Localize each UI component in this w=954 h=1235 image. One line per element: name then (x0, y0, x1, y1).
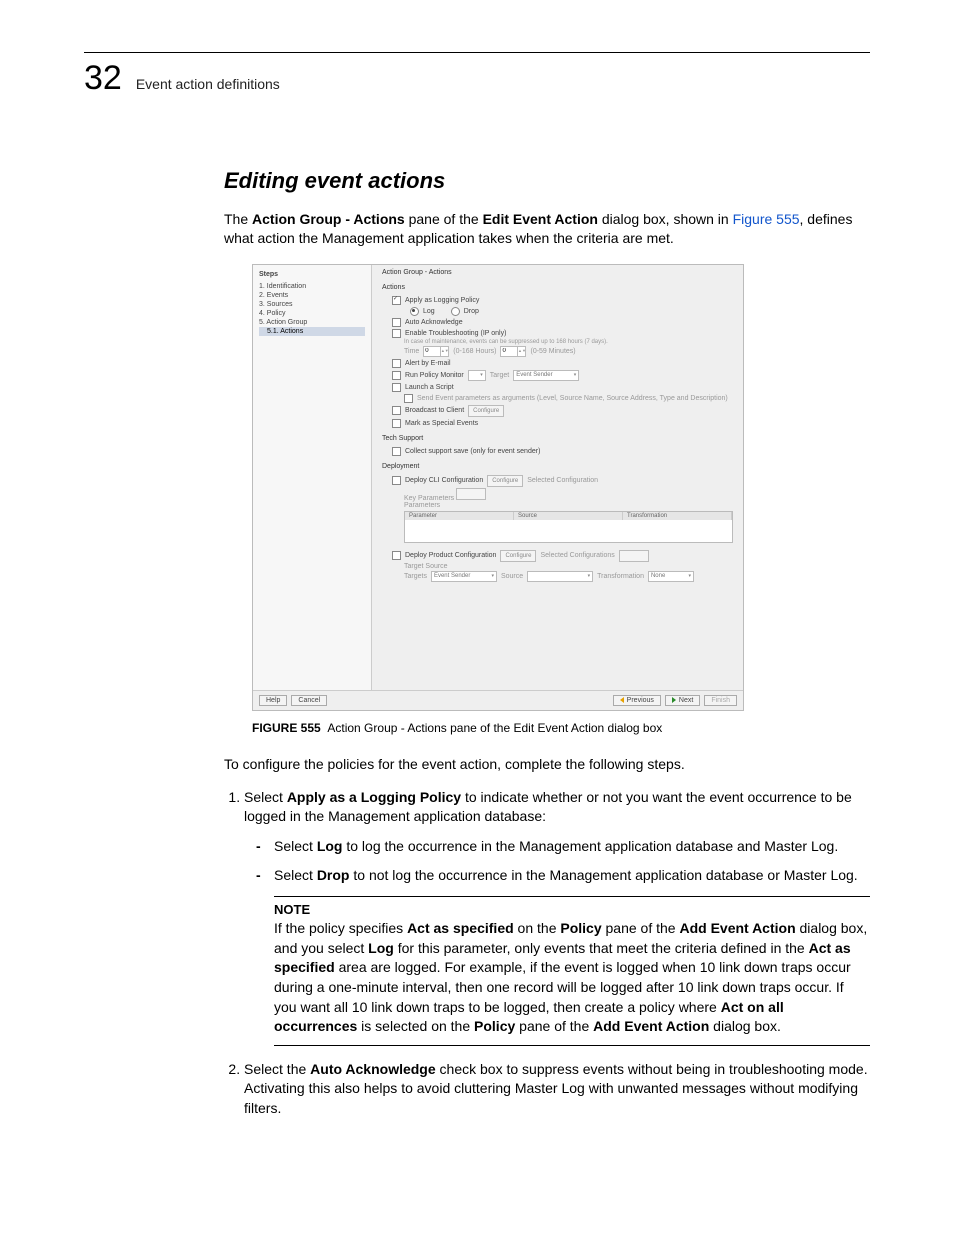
label-run-policy: Run Policy Monitor (405, 372, 464, 379)
label-log: Log (423, 308, 435, 315)
cli-configure-button[interactable]: Configure (487, 475, 523, 487)
step-1: Select Apply as a Logging Policy to indi… (244, 788, 870, 1046)
hours-stepper[interactable]: ▲▼ (423, 346, 449, 357)
th-parameter: Parameter (405, 512, 514, 520)
target-dd[interactable]: Event Sender▾ (513, 370, 579, 381)
figure-555: Steps 1. Identification 2. Events 3. Sou… (252, 264, 870, 711)
params-label: Parameters (404, 502, 733, 509)
transformation-dd[interactable]: None▾ (648, 571, 694, 582)
transformation-label: Transformation (597, 573, 644, 580)
checkbox-broadcast[interactable] (392, 406, 401, 415)
step-action-group[interactable]: 5. Action Group (259, 318, 365, 327)
targets-label: Targets (404, 573, 427, 580)
label-selected-config: Selected Configuration (527, 477, 598, 484)
checkbox-apply-logging[interactable] (392, 296, 401, 305)
step-policy[interactable]: 4. Policy (259, 309, 365, 318)
triangle-right-icon (672, 697, 676, 703)
note-title: NOTE (274, 901, 870, 919)
dialog-screenshot: Steps 1. Identification 2. Events 3. Sou… (252, 264, 744, 711)
label-launch-script: Launch a Script (405, 384, 454, 391)
th-source: Source (514, 512, 623, 520)
checkbox-enable-ts[interactable] (392, 329, 401, 338)
label-send-params: Send Event parameters as arguments (Leve… (417, 395, 728, 402)
minutes-stepper[interactable]: ▲▼ (500, 346, 526, 357)
actions-heading: Actions (382, 284, 733, 291)
checkbox-deploy-cli[interactable] (392, 476, 401, 485)
step-1-dash-drop: Select Drop to not log the occurrence in… (274, 866, 870, 886)
steps-title: Steps (259, 271, 365, 278)
label-collect: Collect support save (only for event sen… (405, 448, 540, 455)
checkbox-mark-special[interactable] (392, 419, 401, 428)
label-selected-configs: Selected Configurations (540, 552, 614, 559)
checkbox-auto-ack[interactable] (392, 318, 401, 327)
figure-caption: FIGURE 555 Action Group - Actions pane o… (252, 721, 870, 735)
label-mark-special: Mark as Special Events (405, 420, 478, 427)
tech-heading: Tech Support (382, 435, 733, 442)
product-configure-button[interactable]: Configure (500, 550, 536, 562)
label-deploy-cli: Deploy CLI Configuration (405, 477, 483, 484)
label-deploy-product: Deploy Product Configuration (405, 552, 496, 559)
label-apply-logging: Apply as Logging Policy (405, 297, 479, 304)
target-label: Target (490, 372, 509, 379)
label-auto-ack: Auto Acknowledge (405, 319, 463, 326)
hours-range: (0-168 Hours) (453, 348, 496, 355)
note-box: NOTE If the policy specifies Act as spec… (274, 896, 870, 1046)
source-label: Source (501, 573, 523, 580)
source-dd[interactable]: ▾ (527, 571, 593, 582)
selected-configs-button[interactable] (619, 550, 649, 562)
checkbox-alert-email[interactable] (392, 359, 401, 368)
th-transformation: Transformation (623, 512, 732, 520)
section-title: Editing event actions (224, 168, 870, 194)
finish-button[interactable]: Finish (704, 695, 737, 706)
step-events[interactable]: 2. Events (259, 291, 365, 300)
params-table: Parameter Source Transformation (404, 511, 733, 543)
label-alert-email: Alert by E-mail (405, 360, 451, 367)
intro-text: The Action Group - Actions pane of the E… (224, 210, 870, 248)
figure-link[interactable]: Figure 555 (733, 211, 800, 227)
run-policy-dd[interactable]: ▾ (468, 370, 486, 381)
help-button[interactable]: Help (259, 695, 287, 706)
step-actions[interactable]: 5.1. Actions (259, 327, 365, 336)
checkbox-send-params[interactable] (404, 394, 413, 403)
time-label: Time (404, 348, 419, 355)
target-source-label: Target Source (382, 563, 733, 570)
key-params-label: Key Parameters (404, 495, 454, 502)
previous-button[interactable]: Previous (613, 695, 661, 706)
chapter-title: Event action definitions (136, 76, 280, 92)
label-enable-ts: Enable Troubleshooting (IP only) (405, 330, 506, 337)
key-params-button[interactable] (456, 488, 486, 500)
checkbox-collect[interactable] (392, 447, 401, 456)
page-header: 32 Event action definitions (84, 52, 870, 98)
after-figure-text: To configure the policies for the event … (224, 755, 870, 774)
checkbox-launch-script[interactable] (392, 383, 401, 392)
targets-dd[interactable]: Event Sender▾ (431, 571, 497, 582)
checkbox-run-policy[interactable] (392, 371, 401, 380)
triangle-left-icon (620, 697, 624, 703)
next-button[interactable]: Next (665, 695, 700, 706)
minutes-range: (0-59 Minutes) (530, 348, 575, 355)
step-2: Select the Auto Acknowledge check box to… (244, 1060, 870, 1119)
cancel-button[interactable]: Cancel (291, 695, 327, 706)
deploy-heading: Deployment (382, 463, 733, 470)
step-1-dash-log: Select Log to log the occurrence in the … (274, 837, 870, 857)
broadcast-configure-button[interactable]: Configure (468, 405, 504, 417)
radio-log[interactable] (410, 307, 419, 316)
step-identification[interactable]: 1. Identification (259, 282, 365, 291)
radio-drop[interactable] (451, 307, 460, 316)
label-broadcast: Broadcast to Client (405, 407, 464, 414)
label-drop: Drop (464, 308, 479, 315)
chapter-number: 32 (84, 59, 122, 98)
checkbox-deploy-product[interactable] (392, 551, 401, 560)
steps-sidebar: Steps 1. Identification 2. Events 3. Sou… (253, 265, 372, 690)
panel-title: Action Group - Actions (382, 269, 733, 276)
step-sources[interactable]: 3. Sources (259, 300, 365, 309)
